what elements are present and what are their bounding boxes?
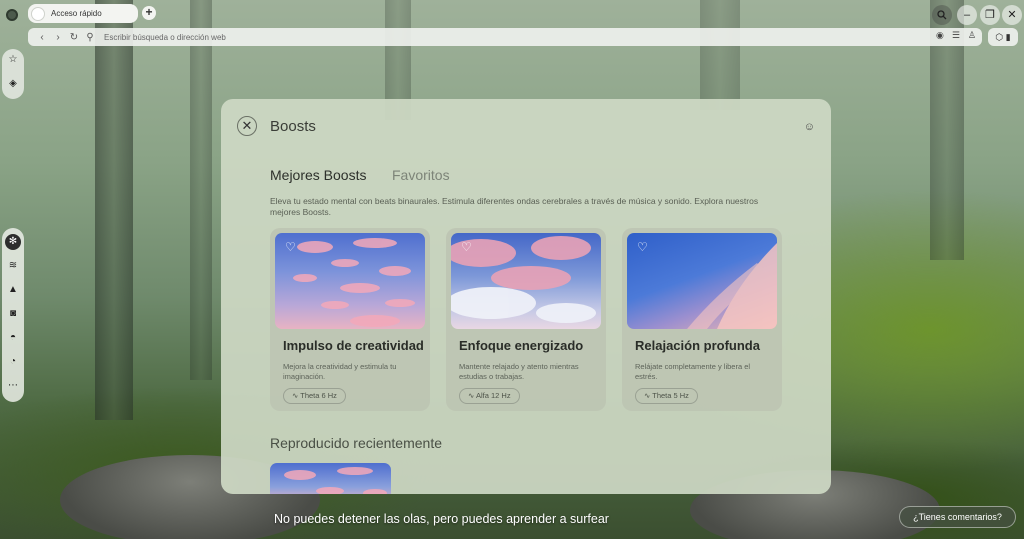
camera-icon[interactable]: ◉ (936, 30, 944, 41)
card-image: ♡ (451, 233, 601, 329)
wave-badge: ∿ Theta 5 Hz (635, 388, 698, 404)
close-icon[interactable]: ✕ (237, 116, 257, 136)
more-icon[interactable]: ⋯ (5, 378, 21, 394)
browser-logo-icon[interactable] (6, 9, 18, 21)
inspirational-quote: No puedes detener las olas, pero puedes … (274, 512, 609, 526)
extensions-button[interactable]: ⬡ ▮ (988, 28, 1018, 46)
card-title: Relajación profunda (635, 338, 760, 353)
instagram-icon[interactable]: ◙ (5, 306, 21, 322)
tab-favicon-icon (31, 6, 45, 21)
card-description: Mejora la creatividad y estimula tu imag… (283, 362, 397, 381)
search-small-icon: ⚲ (86, 31, 94, 43)
wave-label: Theta 6 Hz (300, 391, 337, 400)
tab-quick-access[interactable]: Acceso rápido (28, 4, 138, 23)
card-title: Impulso de creatividad (283, 338, 424, 353)
dialog-title: Boosts (270, 118, 316, 135)
card-description: Mantente relajado y atento mientras estu… (459, 362, 579, 381)
card-image: ♡ (275, 233, 425, 329)
star-icon[interactable]: ☆ (5, 52, 21, 68)
boost-card-relaxation[interactable]: ♡ Relajación profunda Relájate completam… (622, 228, 782, 411)
reading-list-icon[interactable]: ☰ (952, 30, 960, 41)
boost-card-focus[interactable]: ♡ Enfoque energizado Mantente relajado y… (446, 228, 606, 411)
back-icon[interactable]: ‹ (34, 32, 50, 43)
new-tab-button[interactable]: + (142, 6, 156, 20)
recent-boost-thumbnail[interactable] (270, 463, 391, 494)
address-bar-actions: ◉ ☰ ♙ (936, 30, 976, 41)
tree-trunk (190, 0, 212, 380)
heart-icon[interactable]: ♡ (461, 240, 472, 254)
forward-icon[interactable]: › (50, 32, 66, 43)
card-description: Relájate completamente y libera el estré… (635, 362, 751, 381)
wave-badge: ∿ Alfa 12 Hz (459, 388, 520, 404)
feedback-smile-icon[interactable]: ☺ (804, 121, 815, 133)
messenger-icon[interactable]: ◓ (5, 330, 21, 346)
close-window-button[interactable]: ✕ (1002, 5, 1022, 25)
address-input[interactable]: Escribir búsqueda o dirección web (104, 33, 226, 42)
boosts-dialog: ✕ Boosts ☺ Mejores Boosts Favoritos Elev… (221, 99, 831, 494)
wave-badge: ∿ Theta 6 Hz (283, 388, 346, 404)
tab-label: Acceso rápido (51, 9, 102, 18)
tab-best-boosts[interactable]: Mejores Boosts (270, 167, 366, 183)
sidebar-apps: ✻ ≋ ▲ ◙ ◓ ◔ ⋯ (2, 228, 24, 402)
card-image: ♡ (627, 233, 777, 329)
heart-icon[interactable]: ♡ (285, 240, 296, 254)
sidebar-top: ☆ ◈ (2, 49, 24, 99)
card-title: Enfoque energizado (459, 338, 584, 353)
wave-label: Theta 5 Hz (652, 391, 689, 400)
mountain-icon[interactable]: ▲ (5, 282, 21, 298)
restore-button[interactable]: ❐ (980, 5, 1000, 25)
boost-card-creativity[interactable]: ♡ Impulso de creatividad Mejora la creat… (270, 228, 430, 411)
tree-trunk (95, 0, 133, 420)
search-icon[interactable] (932, 5, 952, 25)
minimize-button[interactable]: – (957, 5, 977, 25)
heart-icon[interactable]: ♡ (637, 240, 648, 254)
whatsapp-icon[interactable]: ◔ (5, 354, 21, 370)
browser-tab-strip: Acceso rápido + – ❐ ✕ (0, 0, 1024, 27)
waves-icon[interactable]: ≋ (5, 258, 21, 274)
profile-icon[interactable]: ♙ (968, 30, 976, 41)
boosts-description: Eleva tu estado mental con beats binaura… (270, 196, 759, 217)
boost-icon[interactable]: ✻ (5, 234, 21, 250)
feedback-button[interactable]: ¿Tienes comentarios? (899, 506, 1016, 528)
recently-played-heading: Reproducido recientemente (270, 435, 442, 451)
reload-icon[interactable]: ↻ (66, 32, 82, 43)
wave-label: Alfa 12 Hz (475, 391, 511, 400)
compass-icon[interactable]: ◈ (5, 76, 21, 92)
address-bar[interactable]: ‹ › ↻ ⚲ Escribir búsqueda o dirección we… (28, 28, 982, 46)
tab-favorites[interactable]: Favoritos (392, 167, 450, 183)
